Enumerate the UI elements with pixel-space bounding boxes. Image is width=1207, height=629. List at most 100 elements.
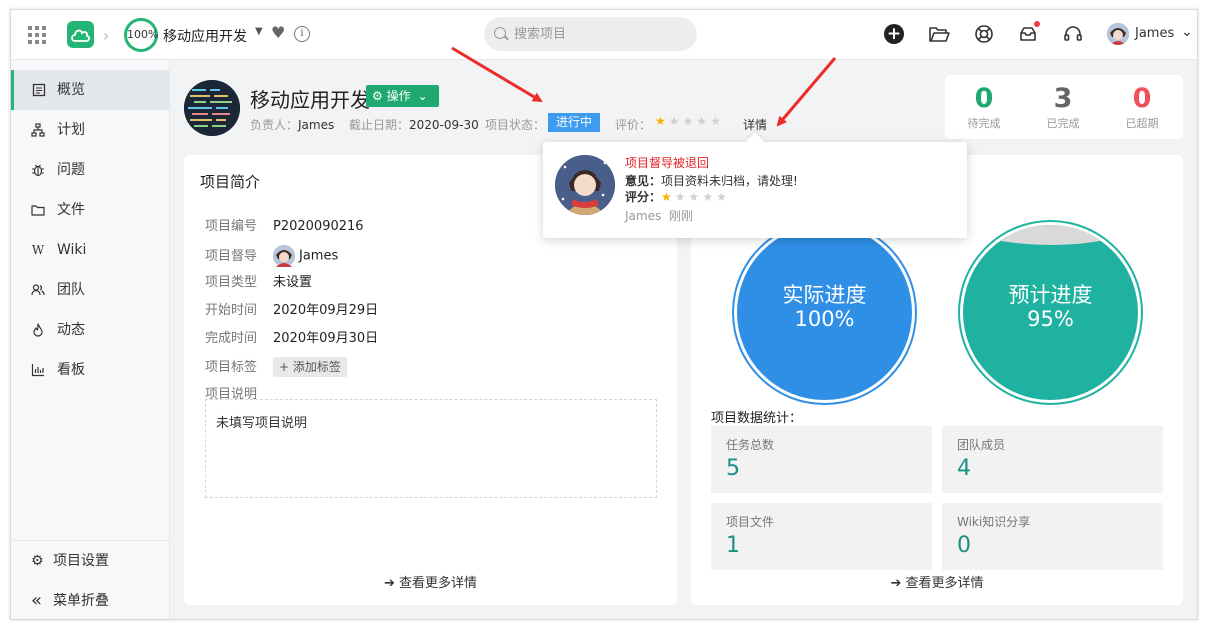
owner-meta: 负责人：James	[250, 118, 335, 132]
stat-completed[interactable]: 3 已完成	[1028, 83, 1098, 131]
top-bar: › 100% 移动应用开发 ▼ ♥ i + James ⌄	[11, 10, 1197, 60]
star-empty-icon: ★	[702, 190, 717, 204]
stat-completed-label: 已完成	[1046, 117, 1080, 130]
favorite-heart-icon[interactable]: ♥	[271, 23, 285, 42]
wiki-icon: W	[31, 243, 45, 257]
info-row-supervisor: 项目督导 James	[205, 245, 338, 267]
info-row-tags: 项目标签 + 添加标签	[205, 357, 347, 377]
stat-overdue-value: 0	[1132, 83, 1152, 114]
project-name: 移动应用开发	[250, 88, 370, 112]
collapse-menu-label: 菜单折叠	[53, 593, 109, 609]
board-icon	[31, 363, 45, 377]
sidebar-footer: ⚙ 项目设置 « 菜单折叠	[11, 540, 170, 619]
folder-icon	[31, 203, 45, 217]
sidebar-item-label: 计划	[57, 122, 85, 138]
sidebar-item-activity[interactable]: 动态	[11, 310, 170, 350]
apps-grid-icon[interactable]	[28, 26, 46, 44]
double-chevron-left-icon: «	[31, 590, 43, 611]
sidebar-item-issues[interactable]: 问题	[11, 150, 170, 190]
actual-progress-value: 100%	[794, 307, 855, 331]
add-icon[interactable]: +	[884, 24, 904, 44]
star-empty-icon: ★	[710, 114, 724, 128]
popover-footer: James 刚刚	[625, 207, 693, 224]
star-empty-icon: ★	[716, 190, 730, 204]
search-input[interactable]	[514, 24, 684, 44]
operations-dropdown-button[interactable]: ⚙ 操作 ⌄	[366, 85, 439, 107]
status-meta-label: 项目状态：	[485, 118, 546, 132]
team-icon	[31, 283, 45, 297]
stat-box-total-tasks[interactable]: 任务总数 5	[711, 426, 932, 493]
project-settings-button[interactable]: ⚙ 项目设置	[11, 541, 170, 581]
sidebar-item-board[interactable]: 看板	[11, 350, 170, 390]
stat-overdue-label: 已超期	[1125, 117, 1159, 130]
popover-title: 项目督导被退回	[625, 156, 710, 170]
sidebar-item-label: 问题	[57, 162, 85, 178]
star-empty-icon: ★	[688, 190, 703, 204]
sidebar-item-plan[interactable]: 计划	[11, 110, 170, 150]
star-filled-icon: ★	[661, 190, 675, 204]
bug-icon	[31, 163, 45, 177]
stat-pending[interactable]: 0 待完成	[949, 83, 1019, 131]
sidebar-item-label: Wiki	[57, 242, 87, 258]
sidebar-item-label: 看板	[57, 362, 85, 378]
stat-box-team-members[interactable]: 团队成员 4	[942, 426, 1163, 493]
view-more-stats-link[interactable]: ➔ 查看更多详情	[691, 572, 1183, 591]
project-switcher-title[interactable]: 移动应用开发	[163, 26, 247, 46]
planned-progress-value: 95%	[1027, 307, 1074, 331]
info-icon[interactable]: i	[294, 26, 310, 42]
arrow-right-icon: ➔	[890, 576, 906, 591]
rating-detail-link[interactable]: 详情	[743, 116, 767, 133]
stat-box-project-files[interactable]: 项目文件 1	[711, 503, 932, 570]
rating-stars: ★★★★★	[655, 114, 724, 128]
operations-label: 操作	[386, 89, 411, 103]
star-empty-icon: ★	[696, 114, 711, 128]
sidebar-item-label: 动态	[57, 322, 85, 338]
star-empty-icon: ★	[674, 190, 689, 204]
star-empty-icon: ★	[668, 114, 683, 128]
user-avatar[interactable]	[1107, 23, 1129, 45]
planned-progress-label: 预计进度	[1008, 283, 1093, 307]
search-box[interactable]	[484, 17, 697, 51]
task-stats-card: 0 待完成 3 已完成 0 已超期	[945, 75, 1183, 139]
project-progress-ring: 100%	[124, 18, 158, 52]
search-icon	[494, 27, 506, 39]
project-avatar	[184, 80, 240, 136]
help-lifebuoy-icon[interactable]	[973, 23, 995, 45]
user-menu-chevron-icon[interactable]: ⌄	[1181, 24, 1193, 40]
project-settings-label: 项目设置	[53, 553, 109, 569]
sidebar-item-label: 团队	[57, 282, 85, 298]
folder-open-icon[interactable]	[928, 23, 950, 45]
user-name[interactable]: James	[1135, 26, 1174, 41]
sidebar-item-team[interactable]: 团队	[11, 270, 170, 310]
data-stats-title: 项目数据统计：	[711, 411, 803, 426]
info-row-start: 开始时间 2020年09月29日	[205, 303, 379, 318]
info-row-finish: 完成时间 2020年09月30日	[205, 331, 379, 346]
sidebar-item-files[interactable]: 文件	[11, 190, 170, 230]
headset-support-icon[interactable]	[1062, 23, 1084, 45]
stat-pending-label: 待完成	[967, 117, 1001, 130]
stat-completed-value: 3	[1053, 83, 1073, 114]
chevron-down-icon: ⌄	[417, 89, 428, 103]
sidebar-item-label: 文件	[57, 202, 85, 218]
gear-icon: ⚙	[31, 553, 44, 569]
sidebar-item-overview[interactable]: 概览	[11, 70, 170, 110]
view-more-details-link[interactable]: ➔ 查看更多详情	[184, 572, 677, 591]
deadline-meta: 截止日期：2020-09-30	[349, 118, 479, 132]
overview-icon	[32, 83, 46, 97]
sidebar-item-wiki[interactable]: W Wiki	[11, 230, 170, 270]
app-window: › 100% 移动应用开发 ▼ ♥ i + James ⌄ 概览 计划	[10, 9, 1198, 620]
app-logo-icon[interactable]	[67, 21, 94, 48]
breadcrumb-chevron-icon: ›	[103, 26, 110, 45]
add-tag-button[interactable]: + 添加标签	[273, 357, 347, 377]
popover-time: 刚刚	[668, 209, 693, 223]
stat-overdue[interactable]: 0 已超期	[1107, 83, 1177, 131]
planned-progress-circle: 预计进度 95%	[963, 225, 1138, 400]
activity-icon	[31, 323, 45, 337]
status-badge: 进行中	[548, 113, 600, 132]
info-row-type: 项目类型 未设置	[205, 275, 313, 290]
gear-icon: ⚙	[372, 89, 383, 103]
stat-box-wiki-shares[interactable]: Wiki知识分享 0	[942, 503, 1163, 570]
description-box[interactable]: 未填写项目说明	[205, 399, 657, 498]
project-dropdown-caret-icon[interactable]: ▼	[255, 26, 263, 37]
collapse-menu-button[interactable]: « 菜单折叠	[11, 581, 170, 619]
